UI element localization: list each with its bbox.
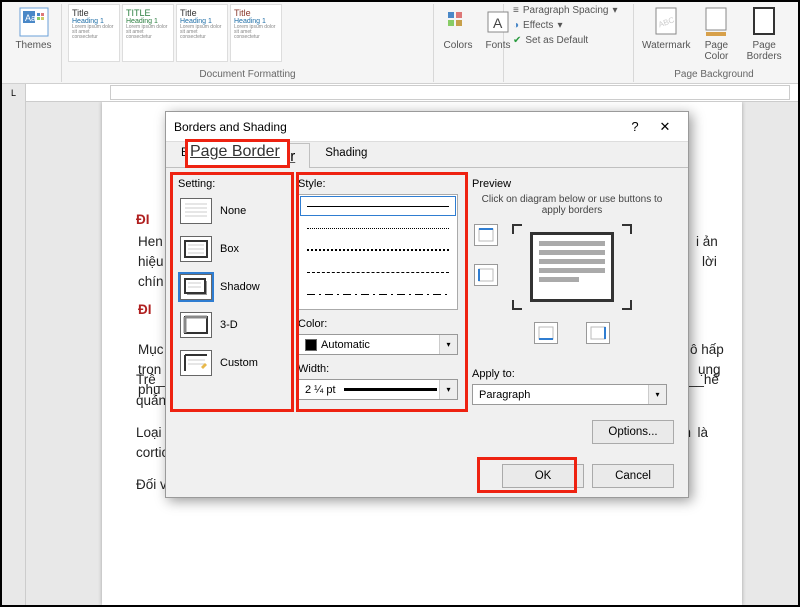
- preview-hint: Click on diagram below or use buttons to…: [472, 194, 672, 216]
- doc-text-fragment: Hen: [138, 234, 163, 249]
- chevron-down-icon: ▾: [439, 335, 457, 354]
- setting-custom[interactable]: Custom: [180, 350, 286, 376]
- doc-text-fragment: phụ: [138, 382, 161, 397]
- chevron-down-icon: ▾: [648, 385, 666, 404]
- effects-button[interactable]: ◑Effects▾: [510, 19, 627, 32]
- doc-text-fragment: tron: [138, 362, 161, 377]
- border-bottom-toggle[interactable]: [534, 322, 558, 344]
- themes-icon: Aa: [18, 6, 50, 38]
- border-left-toggle[interactable]: [474, 264, 498, 286]
- dialog-close-button[interactable]: ✕: [650, 117, 680, 137]
- horizontal-ruler[interactable]: [110, 85, 790, 100]
- dialog-title-text: Borders and Shading: [174, 120, 287, 134]
- width-dropdown[interactable]: 2 ¼ pt▾: [298, 379, 458, 400]
- doc-text-fragment: ô hấp: [690, 342, 724, 357]
- ruler: L: [2, 84, 798, 102]
- colors-icon: [442, 6, 474, 38]
- effects-icon: ◑: [513, 20, 519, 31]
- page-color-icon: [700, 6, 732, 38]
- paragraph-spacing-button[interactable]: ≡Paragraph Spacing▾: [510, 4, 627, 17]
- dialog-tabs: Borders Page Border Shading: [166, 142, 688, 168]
- watermark-button[interactable]: ABCWatermark: [640, 4, 693, 53]
- theme-item[interactable]: TitleHeading 1Lorem ipsum dolor sit amet…: [230, 4, 282, 62]
- svg-text:A: A: [493, 15, 503, 31]
- vertical-ruler[interactable]: [2, 102, 26, 605]
- chevron-down-icon: ▾: [439, 380, 457, 399]
- tab-borders[interactable]: Borders: [166, 142, 196, 167]
- color-label: Color:: [298, 318, 458, 330]
- tab-shading[interactable]: Shading: [310, 142, 382, 167]
- applyto-label: Apply to:: [472, 368, 667, 380]
- border-top-toggle[interactable]: [474, 224, 498, 246]
- style-dotted[interactable]: [299, 239, 457, 261]
- style-dotted-fine[interactable]: [299, 217, 457, 239]
- set-default-button[interactable]: ✔Set as Default: [510, 34, 627, 47]
- style-section: Style: Color: Automatic▾ Width: 2 ¼ pt▾: [298, 178, 458, 400]
- style-list[interactable]: [298, 194, 458, 310]
- dialog-help-button[interactable]: ?: [620, 117, 650, 137]
- preview-section: Preview Click on diagram below or use bu…: [472, 178, 672, 344]
- check-icon: ✔: [513, 35, 521, 46]
- setting-none[interactable]: None: [180, 198, 286, 224]
- theme-item[interactable]: TitleHeading 1Lorem ipsum dolor sit amet…: [68, 4, 120, 62]
- setting-shadow[interactable]: Shadow: [180, 274, 286, 300]
- theme-item[interactable]: TITLEHeading 1Lorem ipsum dolor sit amet…: [122, 4, 174, 62]
- page-color-button[interactable]: Page Color: [697, 4, 737, 64]
- style-label: Style:: [298, 178, 458, 190]
- doc-text-fragment: lời: [702, 254, 717, 269]
- preview-diagram[interactable]: [512, 224, 632, 310]
- svg-text:Aa: Aa: [25, 13, 36, 23]
- spacing-icon: ≡: [513, 5, 519, 16]
- ok-button[interactable]: OK: [502, 464, 584, 488]
- border-right-toggle[interactable]: [586, 322, 610, 344]
- doc-text-fragment: i ản: [696, 234, 718, 249]
- applyto-dropdown[interactable]: Paragraph▾: [472, 384, 667, 405]
- dialog-titlebar[interactable]: Borders and Shading ? ✕: [166, 112, 688, 142]
- setting-label: Setting:: [178, 178, 288, 190]
- cancel-button[interactable]: Cancel: [592, 464, 674, 488]
- themes-button[interactable]: Aa Themes: [12, 4, 55, 53]
- borders-shading-dialog: Borders and Shading ? ✕ Borders Page Bor…: [165, 111, 689, 498]
- options-button[interactable]: Options...: [592, 420, 674, 444]
- watermark-icon: ABC: [650, 6, 682, 38]
- style-extra[interactable]: [299, 305, 457, 310]
- page-borders-icon: [748, 6, 780, 38]
- ruler-corner: L: [2, 84, 26, 102]
- doc-text-fragment: ụng: [698, 362, 721, 377]
- style-dashdot[interactable]: [299, 283, 457, 305]
- tab-page-border[interactable]: Page Border: [196, 143, 310, 168]
- width-label: Width:: [298, 363, 458, 375]
- setting-3d[interactable]: 3-D: [180, 312, 286, 338]
- doc-text-fragment: chín: [138, 274, 164, 289]
- ribbon: Aa Themes TitleHeading 1Lorem ipsum dolo…: [2, 2, 798, 84]
- style-dashed[interactable]: [299, 261, 457, 283]
- setting-box[interactable]: Box: [180, 236, 286, 262]
- doc-text-fragment: Mục: [138, 342, 164, 357]
- preview-label: Preview: [472, 178, 672, 190]
- style-solid[interactable]: [299, 195, 457, 217]
- colors-button[interactable]: Colors: [440, 4, 476, 53]
- doc-text-fragment: hiệu: [138, 254, 164, 269]
- doc-text-fragment: ĐI: [138, 302, 152, 317]
- theme-item[interactable]: TitleHeading 1Lorem ipsum dolor sit amet…: [176, 4, 228, 62]
- setting-section: Setting: None Box Shadow 3-D Custom: [178, 178, 288, 380]
- color-dropdown[interactable]: Automatic▾: [298, 334, 458, 355]
- page-borders-button[interactable]: Page Borders: [740, 4, 788, 64]
- applyto-section: Apply to: Paragraph▾: [472, 368, 667, 405]
- theme-gallery[interactable]: TitleHeading 1Lorem ipsum dolor sit amet…: [68, 4, 427, 62]
